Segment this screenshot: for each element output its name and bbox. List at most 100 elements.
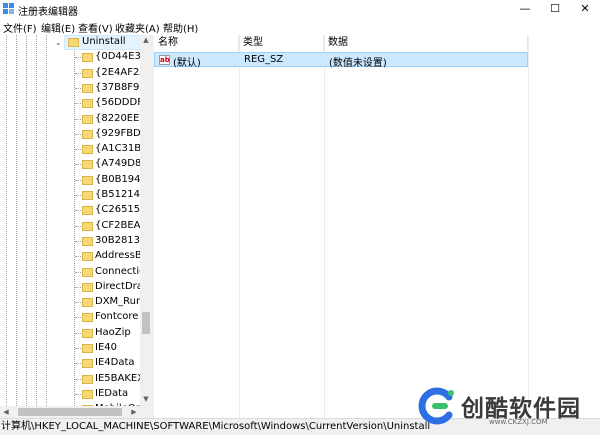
tree-node-label: {C2651553 (95, 204, 140, 215)
value-data: (数值未设置) (329, 58, 387, 69)
scroll-down-arrow-icon[interactable]: ▼ (140, 395, 152, 403)
tree-node[interactable]: {B5121457 (0, 188, 140, 203)
folder-icon (82, 191, 93, 200)
folder-icon (82, 359, 93, 368)
menu-bar: 文件(F) 编辑(E) 查看(V) 收藏夹(A) 帮助(H) (0, 18, 600, 35)
menu-edit[interactable]: 编辑(E) (41, 20, 75, 35)
tree-node-label: {929FBD26 (95, 128, 140, 139)
folder-icon (82, 329, 93, 338)
tree-node-uninstall[interactable]: ⌄ Uninstall (0, 35, 150, 50)
scrollbar-thumb[interactable] (142, 312, 150, 334)
tree-node-label: {A749D8E6 (95, 158, 140, 169)
tree-node[interactable]: {56DDDFB (0, 96, 140, 111)
menu-favorites[interactable]: 收藏夹(A) (115, 20, 160, 35)
column-divider (239, 35, 240, 418)
tree-node-label: IE40 (95, 342, 117, 353)
tree-node[interactable]: {A749D8E6 (0, 157, 140, 172)
folder-icon (82, 268, 93, 277)
tree-node[interactable]: Connection (0, 265, 140, 280)
value-name: (默认) (173, 58, 201, 69)
tree-horizontal-scrollbar[interactable]: ◀ ▶ (0, 406, 152, 418)
tree-node[interactable]: IE4Data (0, 356, 140, 371)
tree-node-label: DXM_Runt (95, 296, 140, 307)
tree-node[interactable]: Fontcore (0, 310, 140, 325)
tree-node[interactable]: {929FBD26 (0, 127, 140, 142)
tree-node-label: {8220EEFE (95, 113, 140, 124)
tree-node-label: 30B2813B (95, 235, 140, 246)
tree-vertical-scrollbar[interactable]: ▲ ▼ (140, 35, 152, 406)
tree-node[interactable]: IEData (0, 387, 140, 402)
menu-help[interactable]: 帮助(H) (163, 20, 198, 35)
tree-node[interactable]: {2E4AF2A6 (0, 66, 140, 81)
scroll-right-arrow-icon[interactable]: ▶ (128, 408, 140, 416)
folder-icon (82, 84, 93, 93)
column-header-data[interactable]: 数据 (324, 35, 528, 51)
values-list[interactable]: 名称 类型 数据 ab (默认) REG_SZ (数值未设置) (154, 35, 600, 418)
tree-node[interactable]: AddressBo (0, 249, 140, 264)
tree-node[interactable]: 30B2813B (0, 234, 140, 249)
tree-node-label: {CF2BEA3C (95, 220, 140, 231)
maximize-button[interactable]: ☐ (540, 0, 570, 18)
folder-icon (82, 145, 93, 154)
tree-node-label: Fontcore (95, 311, 139, 322)
column-divider (528, 35, 529, 418)
tree-node[interactable]: DXM_Runt (0, 295, 140, 310)
registry-tree[interactable]: ⌄ Uninstall {0D44E3A4 {2E4AF2A6 {37B8F9C7 {… (0, 35, 152, 406)
tree-node[interactable]: {0D44E3A4 (0, 50, 140, 65)
tree-node[interactable]: IE40 (0, 341, 140, 356)
tree-node-label: Uninstall (82, 36, 126, 47)
string-value-icon: ab (159, 55, 170, 65)
tree-node[interactable]: {B0B194F8 (0, 173, 140, 188)
folder-icon (82, 237, 93, 246)
tree-node-label: HaoZip (95, 327, 131, 338)
tree-node-label: AddressBo (95, 250, 140, 261)
watermark-url: www.CKZXJ.COM (489, 418, 548, 426)
tree-node[interactable]: {C2651553 (0, 203, 140, 218)
folder-icon (68, 38, 79, 47)
tree-node[interactable]: HaoZip (0, 326, 140, 341)
tree-node[interactable]: {CF2BEA3C (0, 219, 140, 234)
title-bar: 注册表编辑器 — ☐ ✕ (0, 0, 600, 18)
folder-icon (82, 283, 93, 292)
column-header-type[interactable]: 类型 (239, 35, 324, 51)
tree-node-label: {B5121457 (95, 189, 140, 200)
folder-icon (82, 160, 93, 169)
tree-node[interactable]: DirectDrav (0, 280, 140, 295)
folder-icon (82, 53, 93, 62)
tree-node-label: IE5BAKEX (95, 373, 140, 384)
folder-icon (82, 115, 93, 124)
minimize-button[interactable]: — (510, 0, 540, 18)
watermark-logo-icon (418, 387, 454, 425)
tree-node-label: DirectDrav (95, 281, 140, 292)
scroll-left-arrow-icon[interactable]: ◀ (0, 408, 12, 416)
table-row[interactable]: ab (默认) REG_SZ (数值未设置) (154, 52, 528, 69)
tree-node-label: IEData (95, 388, 129, 399)
scroll-up-arrow-icon[interactable]: ▲ (140, 36, 152, 44)
close-button[interactable]: ✕ (570, 0, 600, 18)
folder-icon (82, 375, 93, 384)
watermark: 创酷软件园 www.CKZXJ.COM (415, 385, 600, 433)
folder-icon (82, 176, 93, 185)
tree-node-label: Connection (95, 266, 140, 277)
menu-file[interactable]: 文件(F) (3, 20, 37, 35)
folder-icon (82, 252, 93, 261)
tree-node[interactable]: {37B8F9C7 (0, 81, 140, 96)
tree-node-label: IE4Data (95, 357, 135, 368)
folder-icon (82, 313, 93, 322)
column-header-name[interactable]: 名称 (154, 35, 239, 51)
tree-node[interactable]: {A1C31BA5 (0, 142, 140, 157)
window-title: 注册表编辑器 (18, 7, 78, 18)
folder-icon (82, 130, 93, 139)
column-divider (324, 35, 325, 418)
regedit-app-icon (3, 3, 14, 14)
chevron-down-icon[interactable]: ⌄ (55, 38, 62, 47)
tree-node-label: {37B8F9C7 (95, 82, 140, 93)
menu-view[interactable]: 查看(V) (78, 20, 113, 35)
scrollbar-thumb[interactable] (18, 408, 122, 416)
folder-icon (82, 99, 93, 108)
tree-node-label: {B0B194F8 (95, 174, 140, 185)
tree-node[interactable]: {8220EEFE (0, 112, 140, 127)
tree-node-label: {0D44E3A4 (95, 51, 140, 62)
tree-node[interactable]: IE5BAKEX (0, 372, 140, 387)
folder-icon (82, 69, 93, 78)
